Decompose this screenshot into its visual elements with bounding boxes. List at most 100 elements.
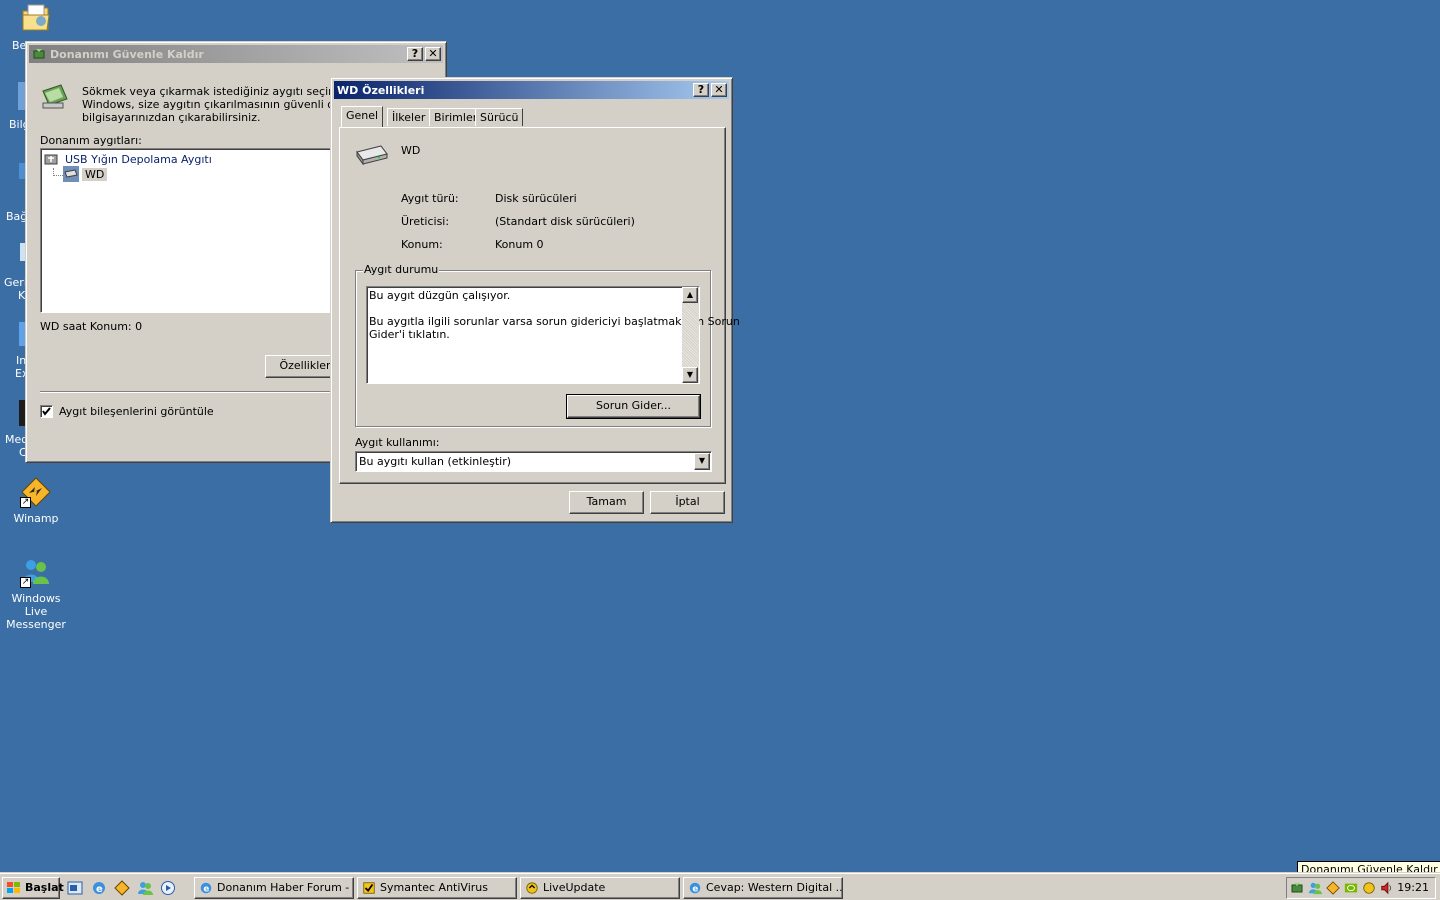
- desktop-icon-messenger[interactable]: ↗ Windows Live Messenger: [0, 556, 72, 631]
- checkbox-label: Aygıt bileşenlerini görüntüle: [59, 405, 214, 418]
- close-button[interactable]: ✕: [425, 47, 441, 61]
- winamp-icon[interactable]: [114, 880, 130, 896]
- manufacturer-value: (Standart disk sürücüleri): [495, 215, 635, 228]
- task-label: Symantec AntiVirus: [380, 881, 488, 894]
- task-button-liveupdate[interactable]: LiveUpdate: [520, 877, 680, 899]
- svg-text:e: e: [692, 885, 698, 895]
- svg-text:e: e: [203, 885, 209, 895]
- messenger-icon[interactable]: [137, 880, 153, 896]
- show-desktop-icon[interactable]: [67, 880, 83, 896]
- group-title: Aygıt durumu: [363, 263, 440, 276]
- device-type-value: Disk sürücüleri: [495, 192, 577, 205]
- vertical-scrollbar[interactable]: ▲ ▼: [682, 287, 699, 383]
- winamp-icon[interactable]: [1326, 881, 1340, 895]
- shortcut-arrow-icon: ↗: [20, 577, 31, 588]
- devices-label: Donanım aygıtları:: [40, 134, 142, 147]
- antivirus-icon: [363, 882, 375, 894]
- safely-remove-hardware-icon: [42, 84, 68, 109]
- start-label: Başlat: [25, 881, 64, 894]
- window-title: WD Özellikleri: [337, 83, 425, 97]
- tree-item-wd[interactable]: WD: [63, 166, 108, 182]
- location-label: Konum:: [401, 238, 443, 251]
- svg-text:e: e: [96, 884, 103, 895]
- help-button[interactable]: ?: [407, 47, 423, 61]
- task-label: LiveUpdate: [543, 881, 606, 894]
- status-textbox[interactable]: Bu aygıt düzgün çalışıyor. Bu aygıtla il…: [366, 286, 740, 384]
- description-line-3: bilgisayarınızdan çıkarabilirsiniz.: [82, 111, 261, 124]
- device-name: WD: [401, 144, 421, 157]
- status-line-1: Bu aygıt düzgün çalışıyor.: [369, 289, 511, 302]
- wd-properties-window: WD Özellikleri ? ✕ Genel İlkeler Birimle…: [330, 77, 740, 523]
- scroll-down-button[interactable]: ▼: [682, 367, 698, 383]
- tree-item-usb-storage[interactable]: USB Yığın Depolama Aygıtı: [44, 151, 212, 167]
- task-label: Cevap: Western Digital ...: [706, 881, 843, 894]
- scroll-up-button[interactable]: ▲: [682, 287, 698, 303]
- safely-remove-hardware-icon[interactable]: [1290, 881, 1304, 895]
- help-button[interactable]: ?: [693, 83, 709, 97]
- tree-item-label: USB Yığın Depolama Aygıtı: [65, 152, 212, 166]
- help-icon: ?: [411, 47, 419, 60]
- window-title: Donanımı Güvenle Kaldır: [50, 47, 204, 61]
- tab-general[interactable]: Genel: [341, 106, 384, 127]
- speaker-icon[interactable]: [1380, 881, 1394, 895]
- device-usage-label: Aygıt kullanımı:: [355, 436, 440, 449]
- ie-icon: e: [200, 882, 212, 895]
- tab-policies[interactable]: İlkeler: [387, 108, 431, 126]
- tab-strip: Genel İlkeler Birimler Sürücü: [341, 106, 721, 128]
- desktop-icon-documents[interactable]: [20, 2, 52, 34]
- liveupdate-icon: [526, 882, 538, 894]
- system-tray: 19:21: [1286, 877, 1436, 899]
- separator: [40, 391, 340, 393]
- status-line-3: Gider'i tıklatın.: [369, 328, 450, 341]
- task-button-western-digital[interactable]: e Cevap: Western Digital ...: [683, 877, 843, 899]
- tab-driver[interactable]: Sürücü: [475, 108, 524, 126]
- properties-titlebar[interactable]: WD Özellikleri ? ✕: [334, 81, 729, 99]
- close-button[interactable]: ✕: [711, 83, 727, 97]
- tree-item-label: WD: [82, 167, 108, 181]
- messenger-icon[interactable]: [1308, 881, 1322, 895]
- device-usage-value: Bu aygıtı kullan (etkinleştir): [359, 455, 512, 468]
- device-type-label: Aygıt türü:: [401, 192, 459, 205]
- disk-drive-icon: [356, 145, 388, 166]
- windows-logo-icon: [7, 882, 20, 893]
- folder-icon: [22, 4, 50, 31]
- dropdown-button[interactable]: ▼: [694, 453, 710, 470]
- taskbar: Başlat e e Donanım Haber Forum - ... Sym…: [0, 872, 1440, 900]
- ie-icon[interactable]: e: [91, 880, 107, 896]
- media-player-icon[interactable]: [160, 880, 176, 896]
- device-tree[interactable]: USB Yığın Depolama Aygıtı WD: [40, 148, 340, 313]
- task-button-donanim-haber[interactable]: e Donanım Haber Forum - ...: [194, 877, 354, 899]
- status-text: WD saat Konum: 0: [40, 320, 143, 333]
- help-icon: ?: [697, 83, 705, 96]
- close-icon: ✕: [714, 83, 724, 96]
- cancel-button[interactable]: İptal: [650, 491, 725, 514]
- close-icon: ✕: [428, 47, 438, 60]
- usb-icon: [44, 154, 58, 165]
- dropdown-arrow-icon: ▼: [698, 456, 706, 465]
- disk-drive-icon: [63, 166, 79, 182]
- desktop-icon-label: Windows Live Messenger: [6, 592, 66, 631]
- show-components-checkbox[interactable]: Aygıt bileşenlerini görüntüle: [40, 405, 214, 418]
- location-value: Konum 0: [495, 238, 544, 251]
- safely-remove-hardware-icon: [33, 49, 45, 59]
- desktop-icon-winamp[interactable]: ↗ Winamp: [0, 476, 72, 525]
- desktop-icon-label: Winamp: [13, 512, 59, 525]
- checkbox-check-icon: [42, 407, 51, 416]
- ok-button[interactable]: Tamam: [569, 491, 644, 514]
- start-button[interactable]: Başlat: [2, 877, 64, 899]
- antivirus-icon[interactable]: [1362, 881, 1376, 895]
- device-usage-select[interactable]: Bu aygıtı kullan (etkinleştir) ▼: [355, 451, 712, 472]
- troubleshoot-button[interactable]: Sorun Gider...: [566, 394, 701, 419]
- shortcut-arrow-icon: ↗: [20, 497, 31, 508]
- clock[interactable]: 19:21: [1397, 881, 1429, 894]
- device-status-group: Aygıt durumu Bu aygıt düzgün çalışıyor. …: [355, 263, 740, 427]
- task-button-symantec[interactable]: Symantec AntiVirus: [357, 877, 517, 899]
- ie-icon: e: [689, 882, 701, 895]
- task-label: Donanım Haber Forum - ...: [217, 881, 354, 894]
- tree-connector: [53, 168, 63, 176]
- nvidia-icon[interactable]: [1344, 881, 1358, 895]
- manufacturer-label: Üreticisi:: [401, 215, 450, 228]
- desktop-label-fragment: Geri: [4, 276, 27, 289]
- remove-hardware-titlebar[interactable]: Donanımı Güvenle Kaldır ? ✕: [29, 45, 443, 63]
- general-tab-panel: WD Aygıt türü: Disk sürücüleri Üreticisi…: [339, 127, 740, 484]
